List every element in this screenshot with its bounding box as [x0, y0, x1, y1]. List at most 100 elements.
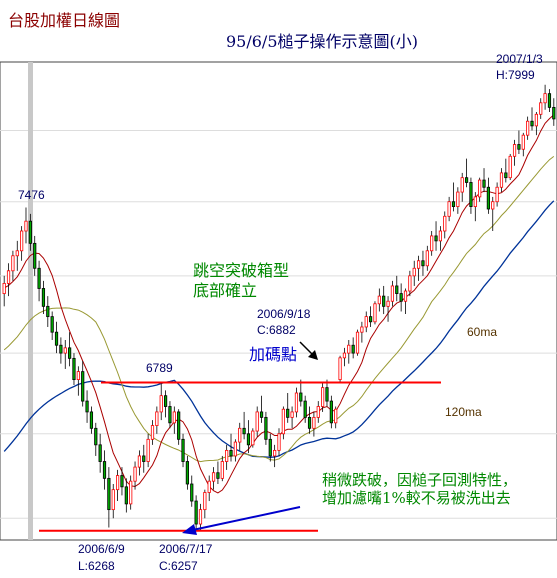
candle-body — [59, 344, 63, 354]
candle-body — [251, 430, 255, 446]
candle-body — [338, 357, 342, 381]
candle-body — [342, 352, 347, 359]
candle-body — [2, 283, 6, 294]
candle-body — [460, 177, 464, 193]
candle-body — [408, 275, 412, 292]
annotation-note-1: 稍微跌破，因槌子回測特性， — [322, 471, 517, 489]
candle-body — [469, 182, 473, 207]
candle-body — [11, 255, 15, 272]
candle-body — [399, 293, 403, 302]
candle-body — [543, 93, 547, 104]
annotation-add-point: 加碼點 — [249, 345, 297, 364]
candle-body — [307, 416, 312, 429]
candle-body — [85, 400, 89, 413]
candle-body — [294, 392, 299, 413]
candle-body — [198, 509, 203, 525]
candle-body — [456, 191, 460, 207]
candle-body — [530, 120, 534, 127]
candle-body — [76, 371, 80, 381]
candle-body — [89, 411, 94, 429]
highlight-column — [28, 62, 33, 540]
candle-body — [347, 344, 351, 354]
candle-body — [242, 427, 246, 435]
candle-body — [321, 387, 325, 407]
candle-body — [412, 267, 416, 277]
candle-body — [369, 316, 373, 323]
candle-body — [41, 288, 46, 307]
candle-body — [150, 425, 155, 440]
label-120ma: 120ma — [445, 405, 482, 419]
candle-body — [438, 230, 443, 242]
candle-body — [63, 347, 67, 354]
candle-body — [386, 300, 390, 307]
candle-body — [177, 411, 181, 440]
candle-body — [111, 489, 115, 511]
candle-body — [312, 416, 316, 429]
candle-body — [68, 347, 72, 359]
candle-body — [159, 395, 163, 413]
candle-body — [94, 427, 98, 446]
candle-body — [50, 316, 54, 333]
candle-body — [277, 433, 281, 451]
candle-body — [115, 475, 120, 491]
candle-body — [81, 371, 85, 402]
label-60ma: 60ma — [467, 325, 497, 339]
candle-body — [425, 250, 429, 267]
candle-body — [185, 461, 189, 485]
candle-body — [24, 220, 28, 232]
chart-subtitle: 95/6/5槌子操作示意圖(小) — [226, 32, 418, 51]
candle-body — [517, 144, 521, 150]
candle-body — [539, 102, 543, 115]
candle-body — [521, 134, 525, 150]
annotation-breakout-2: 底部確立 — [193, 281, 257, 300]
chart-title: 台股加權日線圖 — [8, 11, 120, 30]
candle-body — [499, 172, 504, 188]
candle-body — [172, 411, 176, 424]
candle-body — [120, 475, 124, 488]
candle-body — [102, 461, 107, 479]
candle-body — [255, 411, 259, 432]
candle-body — [259, 411, 264, 418]
annotation-breakout-1: 跳空突破箱型 — [193, 261, 289, 280]
candle-body — [451, 201, 456, 207]
candle-body — [552, 106, 556, 120]
candle-body — [382, 295, 386, 307]
candle-body — [238, 427, 242, 443]
candle-body — [133, 466, 137, 482]
candle-body — [325, 387, 329, 402]
candle-body — [211, 472, 216, 482]
candle-body — [155, 411, 159, 426]
candle-body — [273, 449, 277, 457]
annotation-note-2: 增加濾嘴1%較不易被洗出去 — [322, 489, 511, 507]
candle-body — [286, 408, 290, 418]
candle-body — [37, 267, 41, 289]
candle-body — [6, 270, 11, 284]
candle-body — [303, 400, 307, 418]
candle-body — [504, 172, 508, 179]
label-sep-close: C:6882 — [257, 323, 296, 337]
candle-body — [137, 455, 142, 468]
candle-body — [229, 449, 233, 457]
candle-body — [390, 285, 395, 302]
candlestick-chart: 台股加權日線圖 95/6/5槌子操作示意圖(小) 7476 2007/1/3 H… — [0, 0, 557, 578]
candle-body — [416, 260, 421, 269]
label-jul-close: C:6257 — [159, 559, 198, 573]
candle-body — [281, 408, 285, 435]
candle-body — [268, 438, 272, 457]
candle-body — [233, 441, 237, 457]
candle-body — [124, 486, 128, 505]
label-jun-low: L:6268 — [78, 559, 115, 573]
candle-body — [464, 177, 469, 183]
candle-body — [403, 290, 408, 302]
label-box-top: 6789 — [146, 361, 173, 375]
label-jul-date: 2006/7/17 — [159, 542, 213, 556]
candle-body — [421, 260, 425, 267]
candle-body — [207, 480, 211, 493]
candle-body — [146, 438, 150, 462]
candle-body — [395, 285, 399, 294]
candle-body — [495, 186, 499, 203]
candle-body — [220, 461, 224, 479]
candle-body — [473, 196, 477, 207]
candle-body — [329, 400, 333, 424]
candle-body — [33, 242, 37, 269]
